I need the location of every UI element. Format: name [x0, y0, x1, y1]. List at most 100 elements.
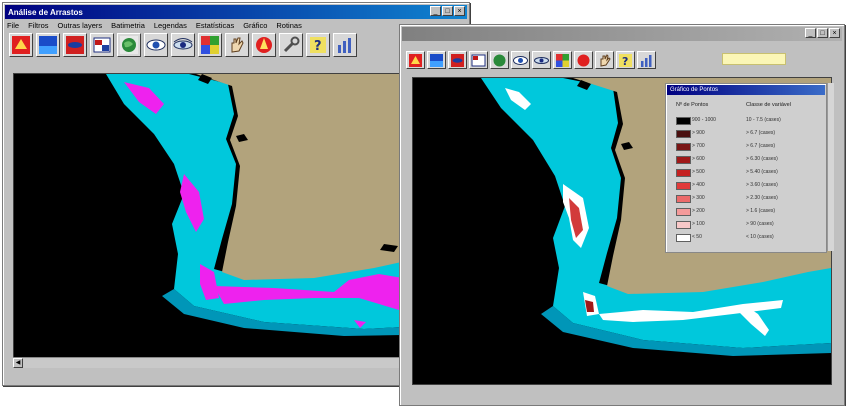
help-tool-button[interactable]: ?: [306, 33, 330, 57]
minimize-button[interactable]: _: [430, 6, 441, 16]
status-field[interactable]: [722, 53, 786, 65]
legend-swatch: [676, 169, 691, 177]
fish-tool-button[interactable]: [448, 51, 467, 69]
globe-tool-button[interactable]: [490, 51, 509, 69]
legend-swatch: [676, 130, 691, 138]
legend-class-label: > 2.30 (cases): [746, 195, 778, 201]
legend-col-class: Classe de variável: [746, 102, 791, 108]
menu-batimetria[interactable]: Batimetria: [111, 21, 145, 30]
right-window-controls: _ □ ×: [805, 28, 840, 38]
palette-tool-button[interactable]: [553, 51, 572, 69]
legend-row: [676, 181, 691, 191]
svg-text:?: ?: [314, 39, 322, 54]
help-icon: ?: [310, 37, 326, 54]
legend-row: [676, 194, 691, 204]
shell-icon: [409, 53, 422, 67]
minimize-button[interactable]: _: [805, 28, 816, 38]
legend-count-label: < 50: [692, 234, 702, 240]
left-map-view[interactable]: [13, 73, 458, 358]
legend-title: Gráfico de Pontos: [667, 85, 825, 95]
hand-tool-button[interactable]: [595, 51, 614, 69]
legend-count-label: > 400: [692, 182, 705, 188]
legend-row: [676, 168, 691, 178]
legend-count-label: 900 - 1000: [692, 117, 716, 123]
legend-col-count: Nº de Pontos: [676, 102, 709, 108]
legend-class-label: > 6.30 (cases): [746, 156, 778, 162]
legend-swatch: [676, 117, 691, 125]
palette-icon: [201, 36, 219, 54]
help-icon: ?: [619, 53, 632, 68]
maximize-button[interactable]: □: [817, 28, 828, 38]
legend-swatch: [676, 182, 691, 190]
legend-scrollbar[interactable]: [827, 83, 834, 251]
scallop-icon: [577, 54, 590, 66]
left-menubar: File Filtros Outras layers Batimetria Le…: [7, 19, 465, 31]
chart-icon: [641, 54, 652, 67]
scallop-tool-button[interactable]: [574, 51, 593, 69]
close-button[interactable]: ×: [454, 6, 465, 16]
globe-tool-button[interactable]: [117, 33, 141, 57]
legend-row: [676, 233, 691, 243]
menu-estatisticas[interactable]: Estatísticas: [196, 21, 234, 30]
left-window-titlebar[interactable]: Análise de Arrastos _ □ ×: [5, 5, 467, 19]
fish-icon: [451, 53, 464, 67]
shell-tool-button[interactable]: [9, 33, 33, 57]
menu-outras-layers[interactable]: Outras layers: [58, 21, 103, 30]
legend-swatch: [676, 195, 691, 203]
shell-icon: [12, 36, 30, 54]
legend-count-label: > 100: [692, 221, 705, 227]
chart-icon: [338, 38, 351, 53]
left-map-svg: [106, 74, 457, 336]
legend-class-label: < 10 (cases): [746, 234, 774, 240]
legend-class-label: > 3.60 (cases): [746, 182, 778, 188]
eye-tool-button[interactable]: [511, 51, 530, 69]
scroll-left-button[interactable]: ◀: [13, 358, 23, 368]
legend-swatch: [676, 143, 691, 151]
hand-tool-button[interactable]: [225, 33, 249, 57]
legend-count-label: > 500: [692, 169, 705, 175]
legend-class-label: > 1.6 (cases): [746, 208, 776, 214]
legend-panel[interactable]: Gráfico de Pontos Nº de Pontos Classe de…: [665, 83, 827, 253]
right-window-titlebar[interactable]: _ □ ×: [402, 27, 842, 41]
chart-tool-button[interactable]: [637, 51, 656, 69]
eye-open-tool-button[interactable]: [171, 33, 195, 57]
left-window-controls: _ □ ×: [430, 6, 465, 16]
flag-tool-button[interactable]: [90, 33, 114, 57]
legend-class-label: > 6.7 (cases): [746, 130, 776, 136]
flag-tool-button[interactable]: [469, 51, 488, 69]
menu-grafico[interactable]: Gráfico: [243, 21, 267, 30]
eye-open-tool-button[interactable]: [532, 51, 551, 69]
svg-text:?: ?: [622, 55, 628, 68]
fish-tool-button[interactable]: [63, 33, 87, 57]
legend-row: [676, 129, 691, 139]
legend-count-label: > 600: [692, 156, 705, 162]
menu-filtros[interactable]: Filtros: [28, 21, 48, 30]
legend-count-label: > 300: [692, 195, 705, 201]
eye-open-icon: [534, 56, 549, 64]
maximize-button[interactable]: □: [442, 6, 453, 16]
left-toolbar: ?: [9, 33, 357, 57]
water-tool-button[interactable]: [427, 51, 446, 69]
menu-rotinas[interactable]: Rotinas: [276, 21, 301, 30]
water-tool-button[interactable]: [36, 33, 60, 57]
right-menubar: [404, 41, 840, 51]
tools-tool-button[interactable]: [279, 33, 303, 57]
legend-count-label: > 700: [692, 143, 705, 149]
eye-tool-button[interactable]: [144, 33, 168, 57]
right-window: _ □ × ? Gráfico de Pontos Nº de Pontos C…: [399, 24, 845, 406]
shell-tool-button[interactable]: [406, 51, 425, 69]
hand-icon: [600, 53, 611, 67]
legend-row: [676, 220, 691, 230]
menu-legendas[interactable]: Legendas: [154, 21, 187, 30]
left-horizontal-scrollbar[interactable]: ◀ ▶: [13, 357, 456, 368]
chart-tool-button[interactable]: [333, 33, 357, 57]
close-button[interactable]: ×: [829, 28, 840, 38]
help-tool-button[interactable]: ?: [616, 51, 635, 69]
palette-tool-button[interactable]: [198, 33, 222, 57]
legend-class-label: 10 - 7.5 (cases): [746, 117, 781, 123]
legend-count-label: > 200: [692, 208, 705, 214]
flag-icon: [93, 37, 111, 53]
menu-file[interactable]: File: [7, 21, 19, 30]
scallop-tool-button[interactable]: [252, 33, 276, 57]
eye-icon: [146, 39, 166, 51]
